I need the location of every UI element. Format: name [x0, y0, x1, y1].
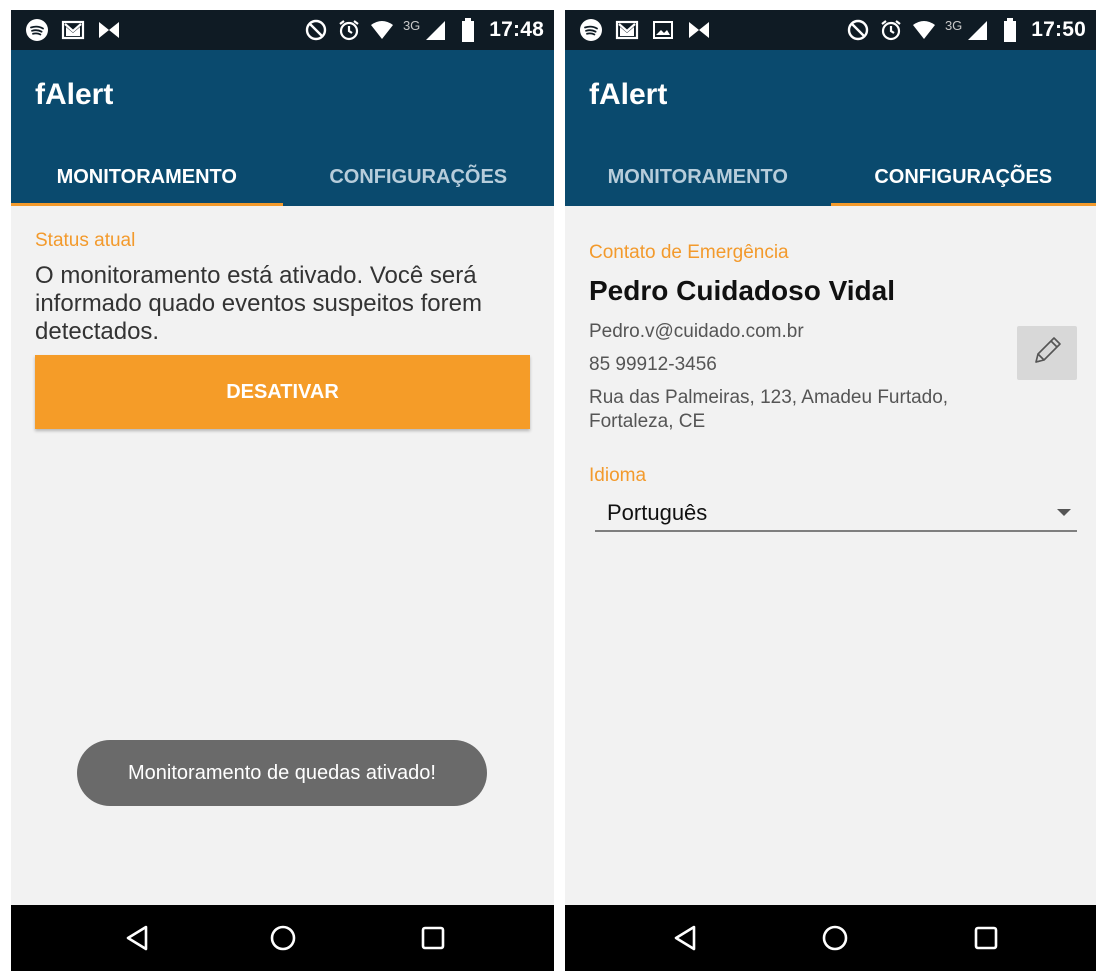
home-icon[interactable]: [267, 922, 299, 954]
app-notification-icon: [97, 18, 121, 42]
monitoring-content: Status atual O monitoramento está ativad…: [11, 206, 554, 905]
gmail-icon: [61, 18, 85, 42]
tab-monitoramento[interactable]: MONITORAMENTO: [11, 149, 283, 206]
spotify-icon: [25, 18, 49, 42]
navigation-bar: [11, 905, 554, 971]
phone-screen-monitoring: 3G 17:48 fAlert MONITORAMENTO CONFIGURAÇ…: [11, 10, 554, 971]
home-icon[interactable]: [819, 922, 851, 954]
language-select[interactable]: Português: [595, 496, 1077, 532]
status-label: Status atual: [35, 230, 136, 251]
tab-monitoramento[interactable]: MONITORAMENTO: [565, 149, 831, 206]
recents-icon[interactable]: [970, 922, 1002, 954]
spotify-icon: [579, 18, 603, 42]
battery-icon: [998, 18, 1022, 42]
contact-email: Pedro.v@cuidado.com.br: [589, 321, 804, 342]
recents-icon[interactable]: [417, 922, 449, 954]
signal-icon: [965, 18, 989, 42]
alarm-icon: [879, 18, 903, 42]
contact-name: Pedro Cuidadoso Vidal: [589, 275, 895, 306]
alarm-icon: [337, 18, 361, 42]
gmail-icon: [615, 18, 639, 42]
wifi-icon: [912, 18, 936, 42]
tab-bar: MONITORAMENTO CONFIGURAÇÕES: [565, 149, 1096, 206]
emergency-contact-label: Contato de Emergência: [589, 242, 789, 263]
status-bar: 3G 17:50: [565, 10, 1096, 50]
language-select-value: Português: [607, 500, 708, 525]
wifi-icon: [370, 18, 394, 42]
app-title: fAlert: [35, 78, 114, 111]
app-title: fAlert: [589, 78, 668, 111]
navigation-bar: [565, 905, 1096, 971]
pencil-icon: [1030, 334, 1064, 373]
edit-contact-button[interactable]: [1017, 326, 1077, 380]
signal-icon: [423, 18, 447, 42]
network-type-label: 3G: [402, 17, 421, 33]
contact-phone: 85 99912-3456: [589, 354, 717, 375]
do-not-disturb-icon: [304, 18, 328, 42]
dropdown-arrow-icon: [1057, 509, 1071, 516]
settings-content: Contato de Emergência Pedro Cuidadoso Vi…: [565, 206, 1096, 905]
phone-screen-settings: 3G 17:50 fAlert MONITORAMENTO CONFIGURAÇ…: [565, 10, 1096, 971]
back-icon[interactable]: [121, 922, 153, 954]
app-bar: fAlert MONITORAMENTO CONFIGURAÇÕES: [565, 50, 1096, 206]
app-bar: fAlert MONITORAMENTO CONFIGURAÇÕES: [11, 50, 554, 206]
tab-configuracoes[interactable]: CONFIGURAÇÕES: [830, 149, 1096, 206]
contact-address: Rua das Palmeiras, 123, Amadeu Furtado, …: [589, 387, 949, 432]
image-icon: [651, 18, 675, 42]
network-type-label: 3G: [944, 17, 963, 33]
tab-configuracoes[interactable]: CONFIGURAÇÕES: [283, 149, 555, 206]
tab-bar: MONITORAMENTO CONFIGURAÇÕES: [11, 149, 554, 206]
language-label: Idioma: [589, 465, 647, 486]
battery-icon: [456, 18, 480, 42]
status-time: 17:48: [489, 18, 544, 41]
deactivate-button[interactable]: DESATIVAR: [35, 355, 530, 429]
do-not-disturb-icon: [846, 18, 870, 42]
back-icon[interactable]: [669, 922, 701, 954]
status-text: O monitoramento está ativado. Você será …: [35, 262, 482, 345]
toast-message: Monitoramento de quedas ativado!: [77, 740, 487, 806]
app-notification-icon: [687, 18, 711, 42]
status-bar: 3G 17:48: [11, 10, 554, 50]
status-time: 17:50: [1031, 18, 1086, 41]
